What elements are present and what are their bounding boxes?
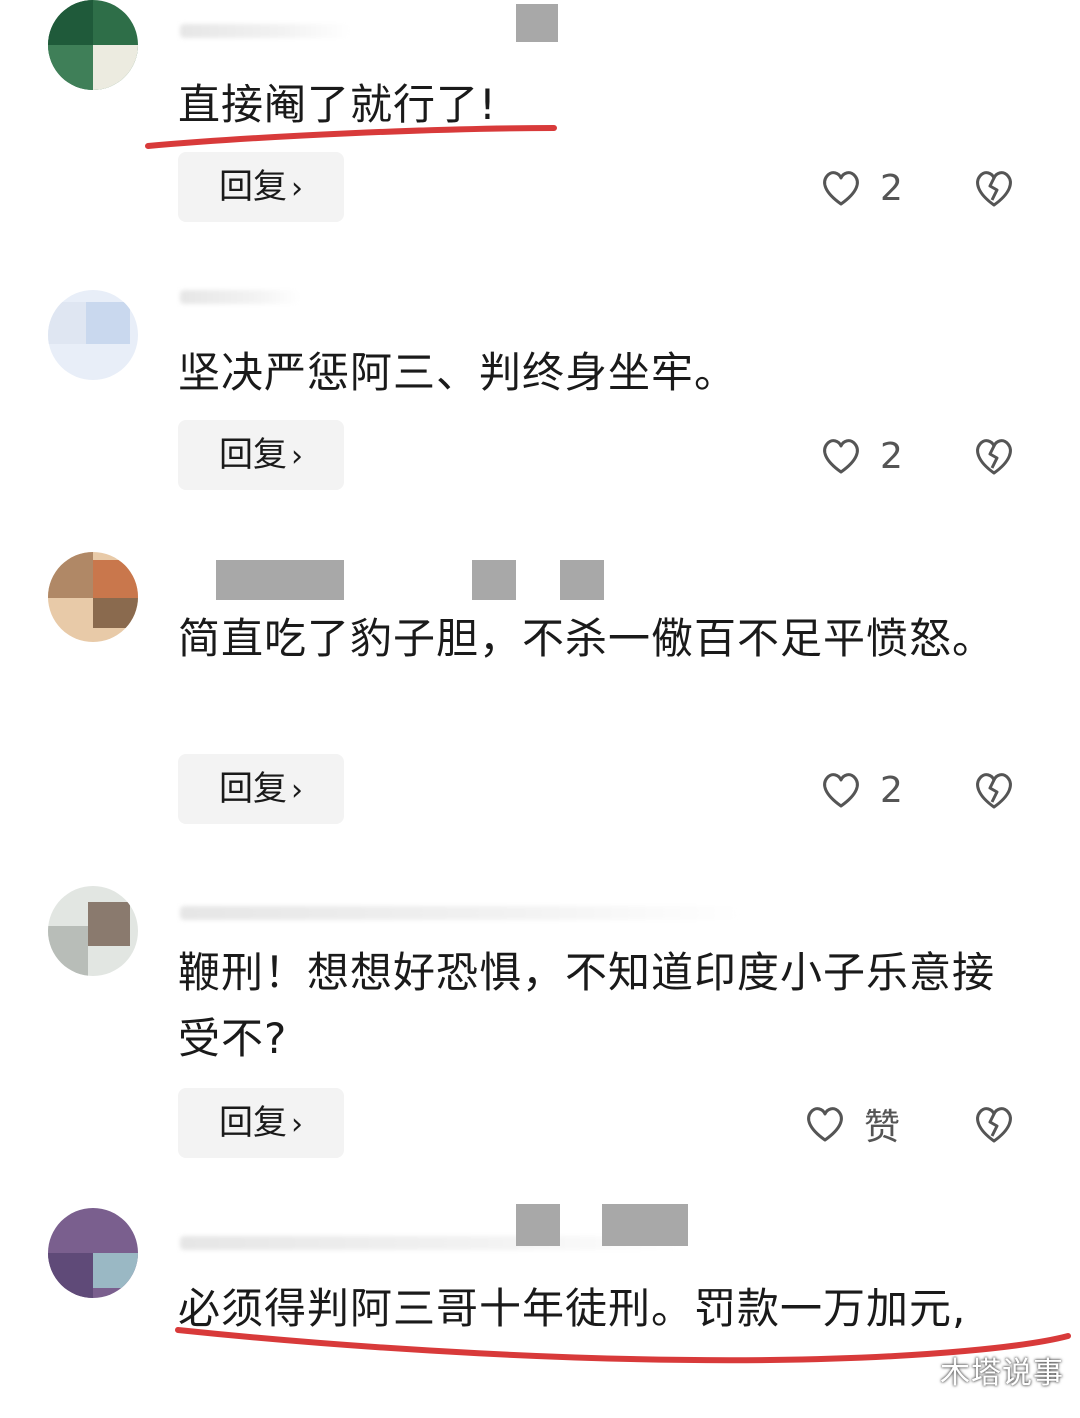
like-count: 2 <box>880 167 903 209</box>
censor-block <box>516 4 558 42</box>
reply-button[interactable]: 回复 › <box>178 754 344 824</box>
username-blurred <box>180 24 350 38</box>
like-button[interactable]: 2 <box>820 760 903 820</box>
chevron-right-icon: › <box>291 773 303 808</box>
heart-outline-icon <box>823 773 859 808</box>
broken-heart-icon[interactable] <box>972 434 1016 478</box>
avatar[interactable] <box>48 0 138 90</box>
broken-heart-icon[interactable] <box>972 166 1016 210</box>
reply-button[interactable]: 回复 › <box>178 1088 344 1158</box>
heart-outline-icon <box>807 1107 843 1142</box>
username-blurred <box>180 290 300 304</box>
avatar[interactable] <box>48 886 138 976</box>
heart-outline-icon <box>823 439 859 474</box>
chevron-right-icon: › <box>291 1107 303 1142</box>
like-count: 2 <box>880 769 903 811</box>
like-label: 赞 <box>864 1107 901 1148</box>
broken-heart-icon[interactable] <box>972 1102 1016 1146</box>
avatar[interactable] <box>48 290 138 380</box>
watermark: 木塔说事 <box>940 1356 1064 1391</box>
comment-text: 坚决严惩阿三、判终身坐牢。 <box>178 348 738 397</box>
censor-block <box>516 1204 560 1246</box>
username-blurred <box>180 906 740 920</box>
comment-text: 简直吃了豹子胆，不杀一儆百不足平愤怒。 <box>178 614 996 663</box>
chevron-right-icon: › <box>291 439 303 474</box>
reply-label: 回复 <box>219 769 287 809</box>
heart-outline-icon <box>823 171 859 206</box>
chevron-right-icon: › <box>291 171 303 206</box>
comment-text: 鞭刑！想想好恐惧，不知道印度小子乐意接受不? <box>178 948 996 1063</box>
like-count: 2 <box>880 435 903 477</box>
censor-block <box>472 560 516 600</box>
like-button[interactable]: 2 <box>820 158 903 218</box>
broken-heart-icon[interactable] <box>972 768 1016 812</box>
reply-button[interactable]: 回复 › <box>178 420 344 490</box>
like-button[interactable]: 2 <box>820 426 903 486</box>
censor-block <box>560 560 604 600</box>
censor-block <box>602 1204 688 1246</box>
like-button[interactable]: 赞 <box>804 1094 900 1154</box>
censor-block <box>216 560 344 600</box>
avatar[interactable] <box>48 552 138 642</box>
reply-button[interactable]: 回复 › <box>178 152 344 222</box>
reply-label: 回复 <box>219 167 287 207</box>
reply-label: 回复 <box>219 435 287 475</box>
reply-label: 回复 <box>219 1103 287 1143</box>
avatar[interactable] <box>48 1208 138 1298</box>
